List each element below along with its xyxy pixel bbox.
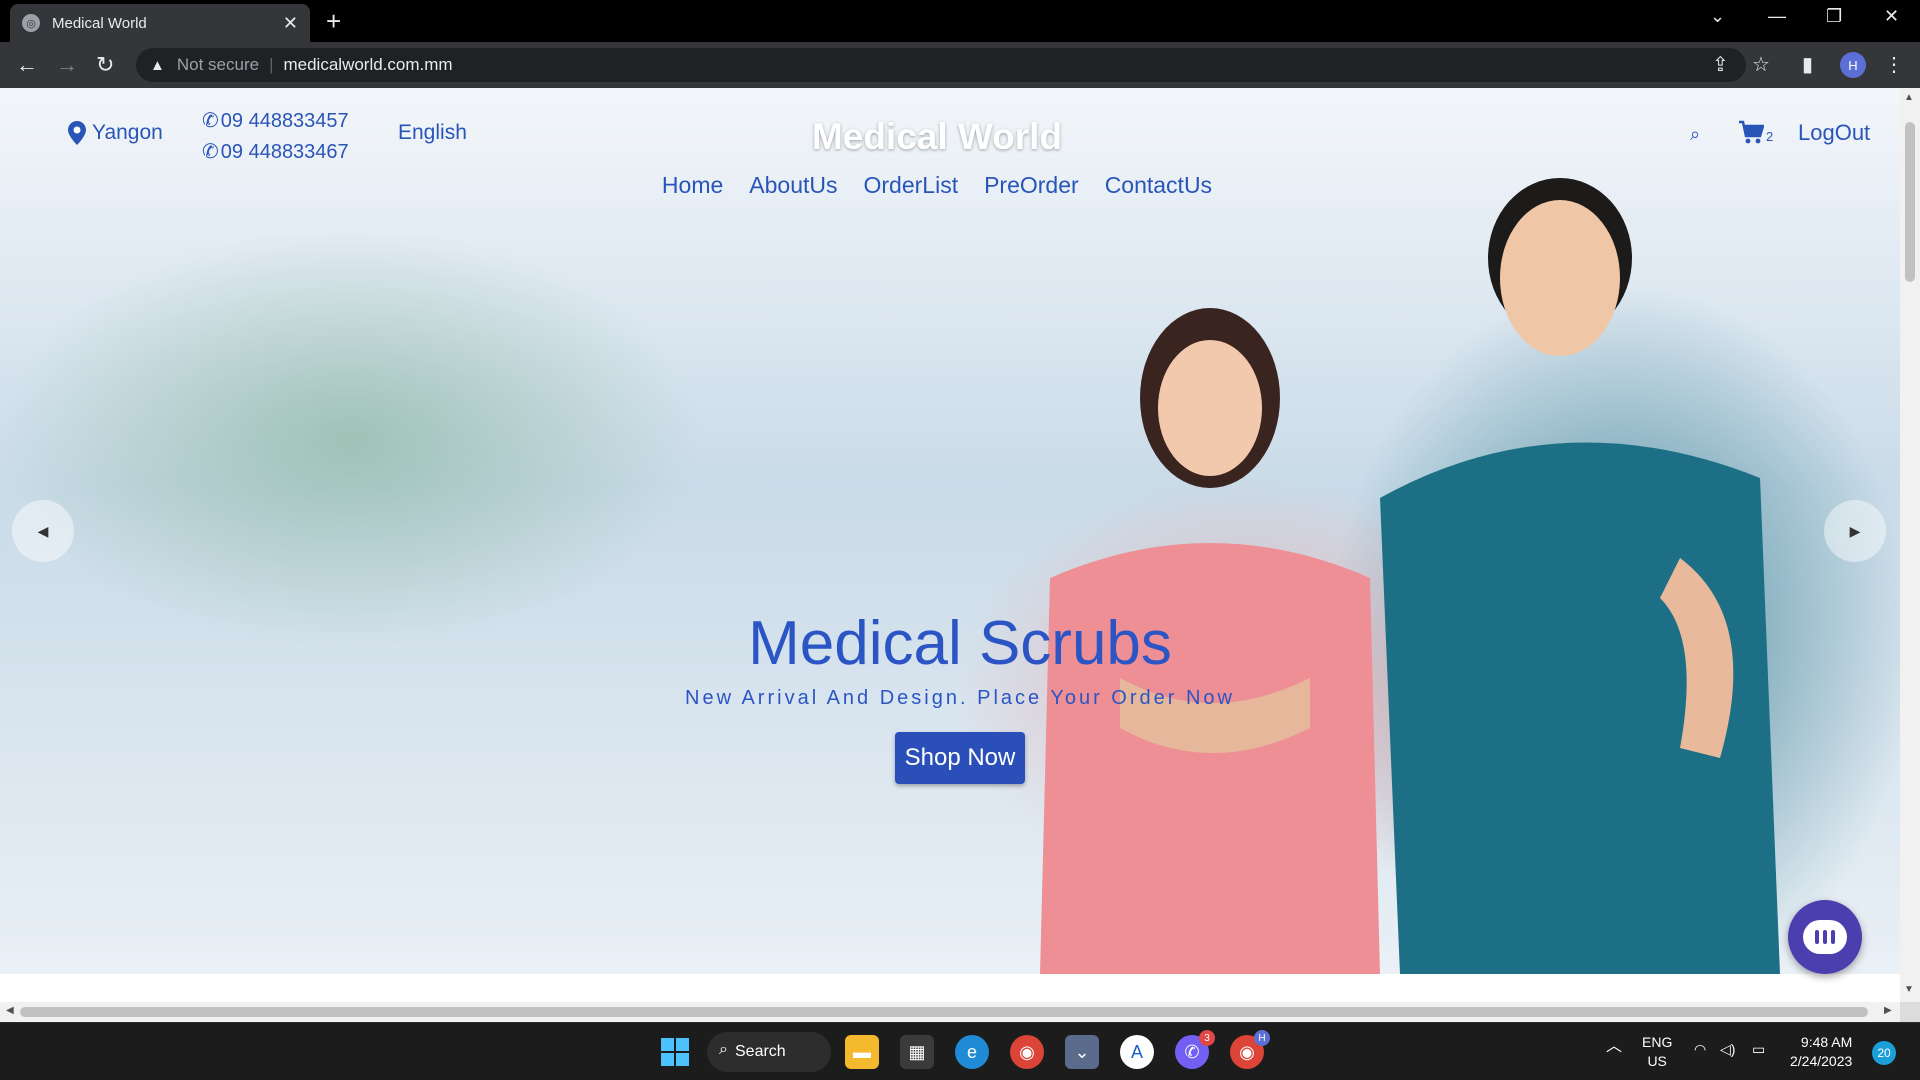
logout-link[interactable]: LogOut [1798, 120, 1870, 146]
language-line-1: ENG [1642, 1034, 1673, 1050]
site-header: Yangon ✆ 09 448833457 ✆ 09 448833467 Eng… [0, 88, 1900, 288]
nav-preorder[interactable]: PreOrder [984, 172, 1079, 199]
taskbar-search-label: Search [735, 1043, 786, 1060]
minimize-icon[interactable]: — [1768, 6, 1786, 27]
restore-icon[interactable]: ❐ [1826, 6, 1842, 27]
cart-icon [1739, 120, 1764, 144]
browser-tab-strip: ◎ Medical World ✕ + ⌄ — ❐ ✕ [0, 0, 1920, 42]
cart-count: 2 [1766, 128, 1774, 144]
url-text: medicalworld.com.mm [283, 55, 453, 74]
clock[interactable]: 9:48 AM 2/24/2023 [1790, 1033, 1852, 1071]
app-icon[interactable]: A [1120, 1035, 1154, 1069]
carousel-next-button[interactable]: ▶ [1824, 500, 1886, 562]
browser-menu-icon[interactable]: ⋮ [1884, 52, 1904, 77]
battery-icon[interactable]: ▭ [1752, 1040, 1765, 1059]
site-logo-text[interactable]: Medical World [0, 116, 1874, 158]
close-tab-icon[interactable]: ✕ [283, 13, 298, 34]
browser-tab[interactable]: ◎ Medical World ✕ [10, 4, 310, 42]
caret-left-icon: ◀ [37, 522, 49, 539]
windows-taskbar: ⌕ Search ▬ ▦ e ◉ ⌄ A ✆ 3 ◉ H ︿ ENG US ◠ … [0, 1022, 1920, 1080]
hero-title: Medical Scrubs [748, 609, 1172, 678]
carousel-prev-button[interactable]: ◀ [12, 500, 74, 562]
vertical-scrollbar[interactable]: ▲ ▼ [1900, 88, 1920, 1002]
chrome-icon[interactable]: ◉ [1010, 1035, 1044, 1069]
address-bar[interactable]: ▲ Not secure | medicalworld.com.mm [136, 48, 1746, 82]
shop-now-button[interactable]: Shop Now [894, 732, 1026, 784]
vertical-scroll-thumb[interactable] [1905, 122, 1915, 282]
page-viewport: Yangon ✆ 09 448833457 ✆ 09 448833467 Eng… [0, 88, 1900, 1002]
volume-icon[interactable]: ◁) [1720, 1040, 1735, 1059]
scroll-up-icon[interactable]: ▲ [1904, 92, 1914, 103]
nav-contactus[interactable]: ContactUs [1105, 172, 1212, 199]
hero-caption: Medical Scrubs New Arrival And Design. P… [0, 608, 1900, 784]
search-icon: ⌕ [719, 1041, 728, 1058]
warning-icon: ▲ [150, 56, 165, 74]
forward-icon[interactable]: → [56, 52, 78, 78]
edge-icon[interactable]: e [955, 1035, 989, 1069]
new-tab-icon[interactable]: + [326, 6, 341, 37]
chrome-profile-icon[interactable]: ◉ H [1230, 1030, 1270, 1069]
nav-aboutus[interactable]: AboutUs [749, 172, 837, 199]
viber-icon[interactable]: ✆ 3 [1175, 1030, 1215, 1069]
language-line-2: US [1647, 1053, 1667, 1069]
tab-title: Medical World [52, 14, 147, 32]
scroll-left-icon[interactable]: ◀ [6, 1005, 14, 1016]
language-indicator[interactable]: ENG US [1642, 1033, 1672, 1071]
nav-home[interactable]: Home [662, 172, 723, 199]
horizontal-scroll-thumb[interactable] [20, 1007, 1868, 1017]
globe-icon: ◎ [22, 14, 40, 32]
chrome-profile-badge: H [1254, 1030, 1270, 1046]
close-window-icon[interactable]: ✕ [1884, 6, 1899, 27]
search-icon[interactable]: ⌕ [1690, 124, 1700, 145]
horizontal-scrollbar[interactable]: ◀ ▶ [0, 1002, 1900, 1022]
tab-search-chevron-icon[interactable]: ⌄ [1710, 6, 1725, 27]
taskbar-search[interactable]: ⌕ Search [707, 1032, 831, 1072]
tray-overflow-icon[interactable]: ︿ [1606, 1037, 1622, 1056]
share-icon[interactable]: ⇪ [1712, 52, 1729, 77]
scrollbar-corner [1900, 1002, 1920, 1022]
cart[interactable]: 2 [1738, 120, 1773, 144]
bookmark-star-icon[interactable]: ☆ [1752, 52, 1770, 77]
windows-start-icon[interactable] [658, 1035, 692, 1069]
reload-icon[interactable]: ↻ [96, 52, 114, 78]
side-panel-icon[interactable]: ▮ [1802, 52, 1813, 77]
security-label: Not secure [176, 55, 260, 74]
chat-icon [1803, 920, 1847, 954]
chat-button[interactable] [1788, 900, 1862, 974]
profile-avatar[interactable]: H [1840, 52, 1866, 78]
downloads-icon[interactable]: ⌄ [1065, 1035, 1099, 1069]
viber-badge: 3 [1199, 1030, 1215, 1046]
nav-orderlist[interactable]: OrderList [864, 172, 959, 199]
scroll-down-icon[interactable]: ▼ [1904, 984, 1914, 995]
microsoft-store-icon[interactable]: ▦ [900, 1035, 934, 1069]
browser-toolbar: ← → ↻ ▲ Not secure | medicalworld.com.mm… [0, 42, 1920, 88]
file-explorer-icon[interactable]: ▬ [845, 1035, 879, 1069]
back-icon[interactable]: ← [16, 52, 38, 78]
caret-right-icon: ▶ [1849, 522, 1861, 539]
clock-date: 2/24/2023 [1790, 1053, 1853, 1069]
wifi-icon[interactable]: ◠ [1694, 1040, 1706, 1059]
notification-count[interactable]: 20 [1872, 1041, 1896, 1065]
hero-subtitle: New Arrival And Design. Place Your Order… [685, 687, 1235, 709]
clock-time: 9:48 AM [1800, 1034, 1853, 1050]
main-nav: Home AboutUs OrderList PreOrder ContactU… [0, 172, 1874, 199]
scroll-right-icon[interactable]: ▶ [1884, 1005, 1892, 1016]
divider: | [269, 55, 274, 74]
